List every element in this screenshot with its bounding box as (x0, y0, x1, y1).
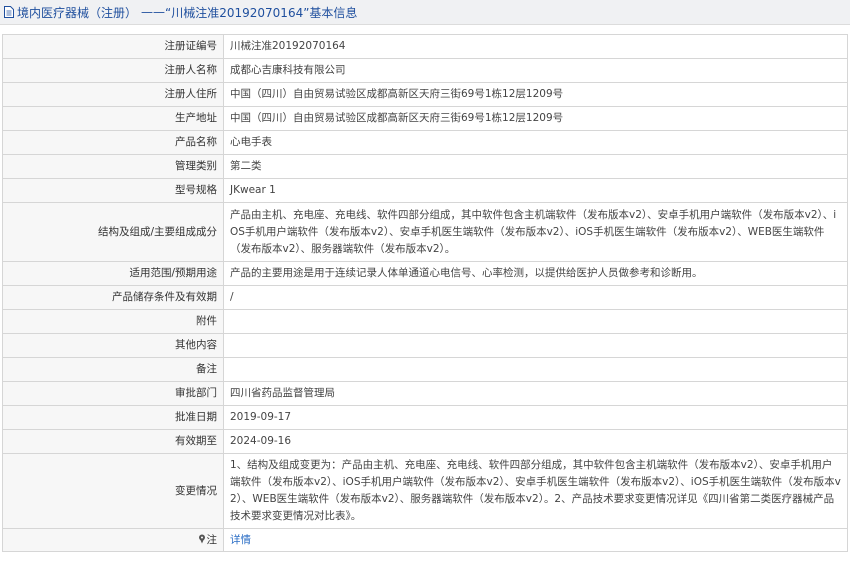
row-label: 生产地址 (2, 106, 224, 131)
note-row: 注 详情 (2, 528, 848, 552)
table-row: 产品名称 心电手表 (2, 130, 848, 155)
row-value: 中国（四川）自由贸易试验区成都高新区天府三街69号1栋12层1209号 (223, 82, 848, 107)
row-value: 1、结构及组成变更为：产品由主机、充电座、充电线、软件四部分组成，其中软件包含主… (223, 453, 848, 529)
row-value (223, 357, 848, 382)
row-label: 注册人住所 (2, 82, 224, 107)
row-label: 结构及组成/主要组成成分 (2, 202, 224, 262)
row-label: 备注 (2, 357, 224, 382)
table-row: 备注 (2, 357, 848, 382)
row-value: 产品由主机、充电座、充电线、软件四部分组成，其中软件包含主机端软件（发布版本v2… (223, 202, 848, 262)
table-row: 注册人名称 成都心吉康科技有限公司 (2, 58, 848, 83)
row-label: 注册人名称 (2, 58, 224, 83)
row-value: 中国（四川）自由贸易试验区成都高新区天府三街69号1栋12层1209号 (223, 106, 848, 131)
table-row: 管理类别 第二类 (2, 154, 848, 179)
title-record: “川械注准20192070164”基本信息 (165, 5, 358, 20)
table-row: 生产地址 中国（四川）自由贸易试验区成都高新区天府三街69号1栋12层1209号 (2, 106, 848, 131)
row-value: 川械注准20192070164 (223, 34, 848, 59)
row-value: 四川省药品监督管理局 (223, 381, 848, 406)
row-value: 2024-09-16 (223, 429, 848, 454)
details-link[interactable]: 详情 (230, 534, 251, 546)
table-row: 注册证编号 川械注准20192070164 (2, 34, 848, 59)
note-value-cell: 详情 (223, 528, 848, 552)
row-value: JKwear 1 (223, 178, 848, 203)
table-row: 变更情况 1、结构及组成变更为：产品由主机、充电座、充电线、软件四部分组成，其中… (2, 453, 848, 529)
row-label: 产品名称 (2, 130, 224, 155)
row-label: 变更情况 (2, 453, 224, 529)
table-row: 批准日期 2019-09-17 (2, 405, 848, 430)
row-label: 其他内容 (2, 333, 224, 358)
row-label: 产品储存条件及有效期 (2, 285, 224, 310)
row-value (223, 333, 848, 358)
pin-icon (198, 534, 205, 543)
row-label: 附件 (2, 309, 224, 334)
row-value (223, 309, 848, 334)
table-row: 注册人住所 中国（四川）自由贸易试验区成都高新区天府三街69号1栋12层1209… (2, 82, 848, 107)
table-row: 有效期至 2024-09-16 (2, 429, 848, 454)
note-label: 注 (206, 533, 218, 546)
row-label: 注册证编号 (2, 34, 224, 59)
device-info-table: 注册证编号 川械注准20192070164 注册人名称 成都心吉康科技有限公司 … (2, 34, 848, 552)
note-label-cell: 注 (2, 528, 224, 552)
table-row: 结构及组成/主要组成成分 产品由主机、充电座、充电线、软件四部分组成，其中软件包… (2, 202, 848, 262)
row-value: 2019-09-17 (223, 405, 848, 430)
row-value: 成都心吉康科技有限公司 (223, 58, 848, 83)
row-label: 有效期至 (2, 429, 224, 454)
row-value: 产品的主要用途是用于连续记录人体单通道心电信号、心率检测，以提供给医护人员做参考… (223, 261, 848, 286)
page-title-bar: 境内医疗器械（注册） —— “川械注准20192070164”基本信息 (0, 0, 850, 25)
row-label: 适用范围/预期用途 (2, 261, 224, 286)
row-value: 心电手表 (223, 130, 848, 155)
title-separator: —— (141, 5, 166, 19)
row-label: 批准日期 (2, 405, 224, 430)
table-row: 产品储存条件及有效期 / (2, 285, 848, 310)
table-row: 适用范围/预期用途 产品的主要用途是用于连续记录人体单通道心电信号、心率检测，以… (2, 261, 848, 286)
table-row: 附件 (2, 309, 848, 334)
row-label: 型号规格 (2, 178, 224, 203)
document-icon (4, 6, 14, 18)
title-category: 境内医疗器械（注册） (17, 5, 138, 20)
row-value: 第二类 (223, 154, 848, 179)
row-value: / (223, 285, 848, 310)
table-row: 型号规格 JKwear 1 (2, 178, 848, 203)
row-label: 审批部门 (2, 381, 224, 406)
table-row: 审批部门 四川省药品监督管理局 (2, 381, 848, 406)
table-row: 其他内容 (2, 333, 848, 358)
row-label: 管理类别 (2, 154, 224, 179)
